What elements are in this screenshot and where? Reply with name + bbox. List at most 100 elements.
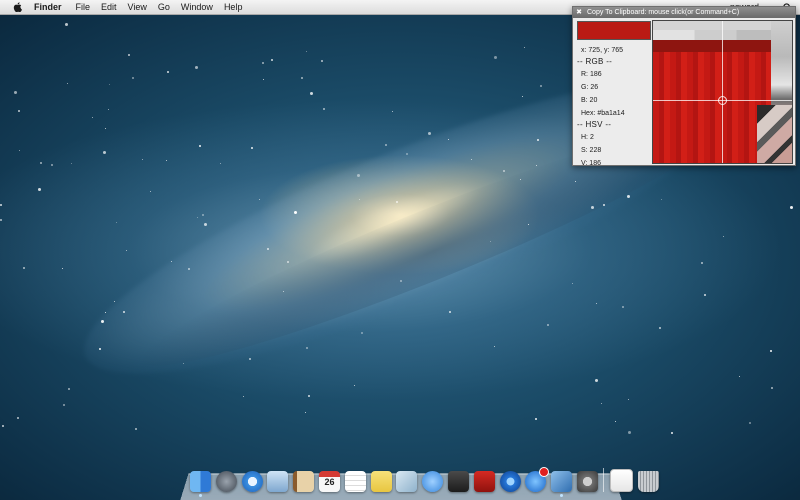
rgb-blue-value: B: 20 [581,97,598,104]
magnifier-pixels-red [653,52,771,163]
star [306,51,307,52]
star [18,110,20,112]
star [19,150,20,151]
star [528,224,529,225]
star [243,396,244,397]
star [448,139,449,140]
reminders-icon[interactable] [344,471,366,492]
safari-icon[interactable] [241,471,263,492]
system-preferences-icon[interactable] [576,471,598,492]
photo-booth-icon[interactable] [473,471,495,492]
picker-title-bar[interactable]: ✖ Copy To Clipboard: mouse click(or Comma… [573,7,795,18]
star [103,151,106,154]
star [359,199,360,200]
picker-title: Copy To Clipboard: mouse click(or Comman… [587,9,740,16]
star [17,417,19,419]
xcode-icon[interactable] [551,471,573,497]
star [116,222,117,223]
mail-icon[interactable] [267,471,289,492]
star [749,422,751,424]
color-swatch [577,21,651,40]
star [197,217,198,218]
star [14,91,17,94]
star [400,280,402,282]
star [301,77,303,79]
star [357,174,360,177]
documents-stack-icon[interactable] [609,469,633,492]
star [51,164,53,166]
hex-value: Hex: #ba1a14 [581,110,625,117]
dock: 26 [190,442,659,497]
star [62,268,63,269]
menu-help[interactable]: Help [224,0,243,14]
messages-icon[interactable] [422,471,444,492]
star [251,147,253,149]
star [202,214,204,216]
running-indicator [199,494,202,497]
star [520,179,521,180]
menu-app-name[interactable]: Finder [34,0,62,14]
star [771,387,773,389]
menu-edit[interactable]: Edit [101,0,117,14]
star [105,312,106,313]
star [142,159,143,160]
magnifier-pixels-photo [757,105,792,163]
color-picker-window: ✖ Copy To Clipboard: mouse click(or Comma… [572,6,796,167]
notes-icon[interactable] [370,471,392,492]
app-store-icon[interactable] [525,467,550,492]
star [323,108,325,110]
star [126,250,127,251]
star [183,363,184,364]
star [114,301,115,302]
star [294,211,297,214]
star [199,145,201,147]
launchpad-icon[interactable] [215,471,237,492]
hsv-hue-value: H: 2 [581,134,594,141]
star [308,395,310,397]
star [99,348,101,350]
star [305,412,306,413]
star [622,306,624,308]
menu-view[interactable]: View [128,0,147,14]
star [263,79,264,80]
rgb-red-value: R: 186 [581,71,602,78]
star [92,117,93,118]
itunes-icon[interactable] [499,471,521,492]
star [572,283,573,284]
star [494,56,497,59]
star [354,385,355,386]
menu-file[interactable]: File [76,0,91,14]
star [123,311,125,313]
facetime-icon[interactable] [447,471,469,492]
dock-separator [602,468,604,492]
star [108,109,109,110]
star [166,160,167,161]
apple-icon[interactable] [13,2,22,12]
star [704,294,706,296]
contacts-icon[interactable] [293,471,315,492]
star [23,267,25,269]
star [150,191,151,192]
calendar-icon[interactable]: 26 [318,471,340,492]
star [188,268,190,270]
star [575,181,576,182]
close-icon[interactable]: ✖ [575,7,583,18]
star [628,399,629,400]
star [63,404,65,406]
star [628,431,631,434]
menu-window[interactable]: Window [181,0,213,14]
star [428,132,431,135]
star [310,92,313,95]
star [128,54,130,56]
notification-badge [539,467,550,477]
star [739,376,740,377]
trash-icon[interactable] [637,471,659,492]
star [65,23,68,26]
star [195,66,198,69]
finder-icon[interactable] [190,471,211,497]
star [306,347,308,349]
star [0,219,2,221]
star [68,388,70,390]
preview-icon[interactable] [396,471,418,492]
menu-go[interactable]: Go [158,0,170,14]
